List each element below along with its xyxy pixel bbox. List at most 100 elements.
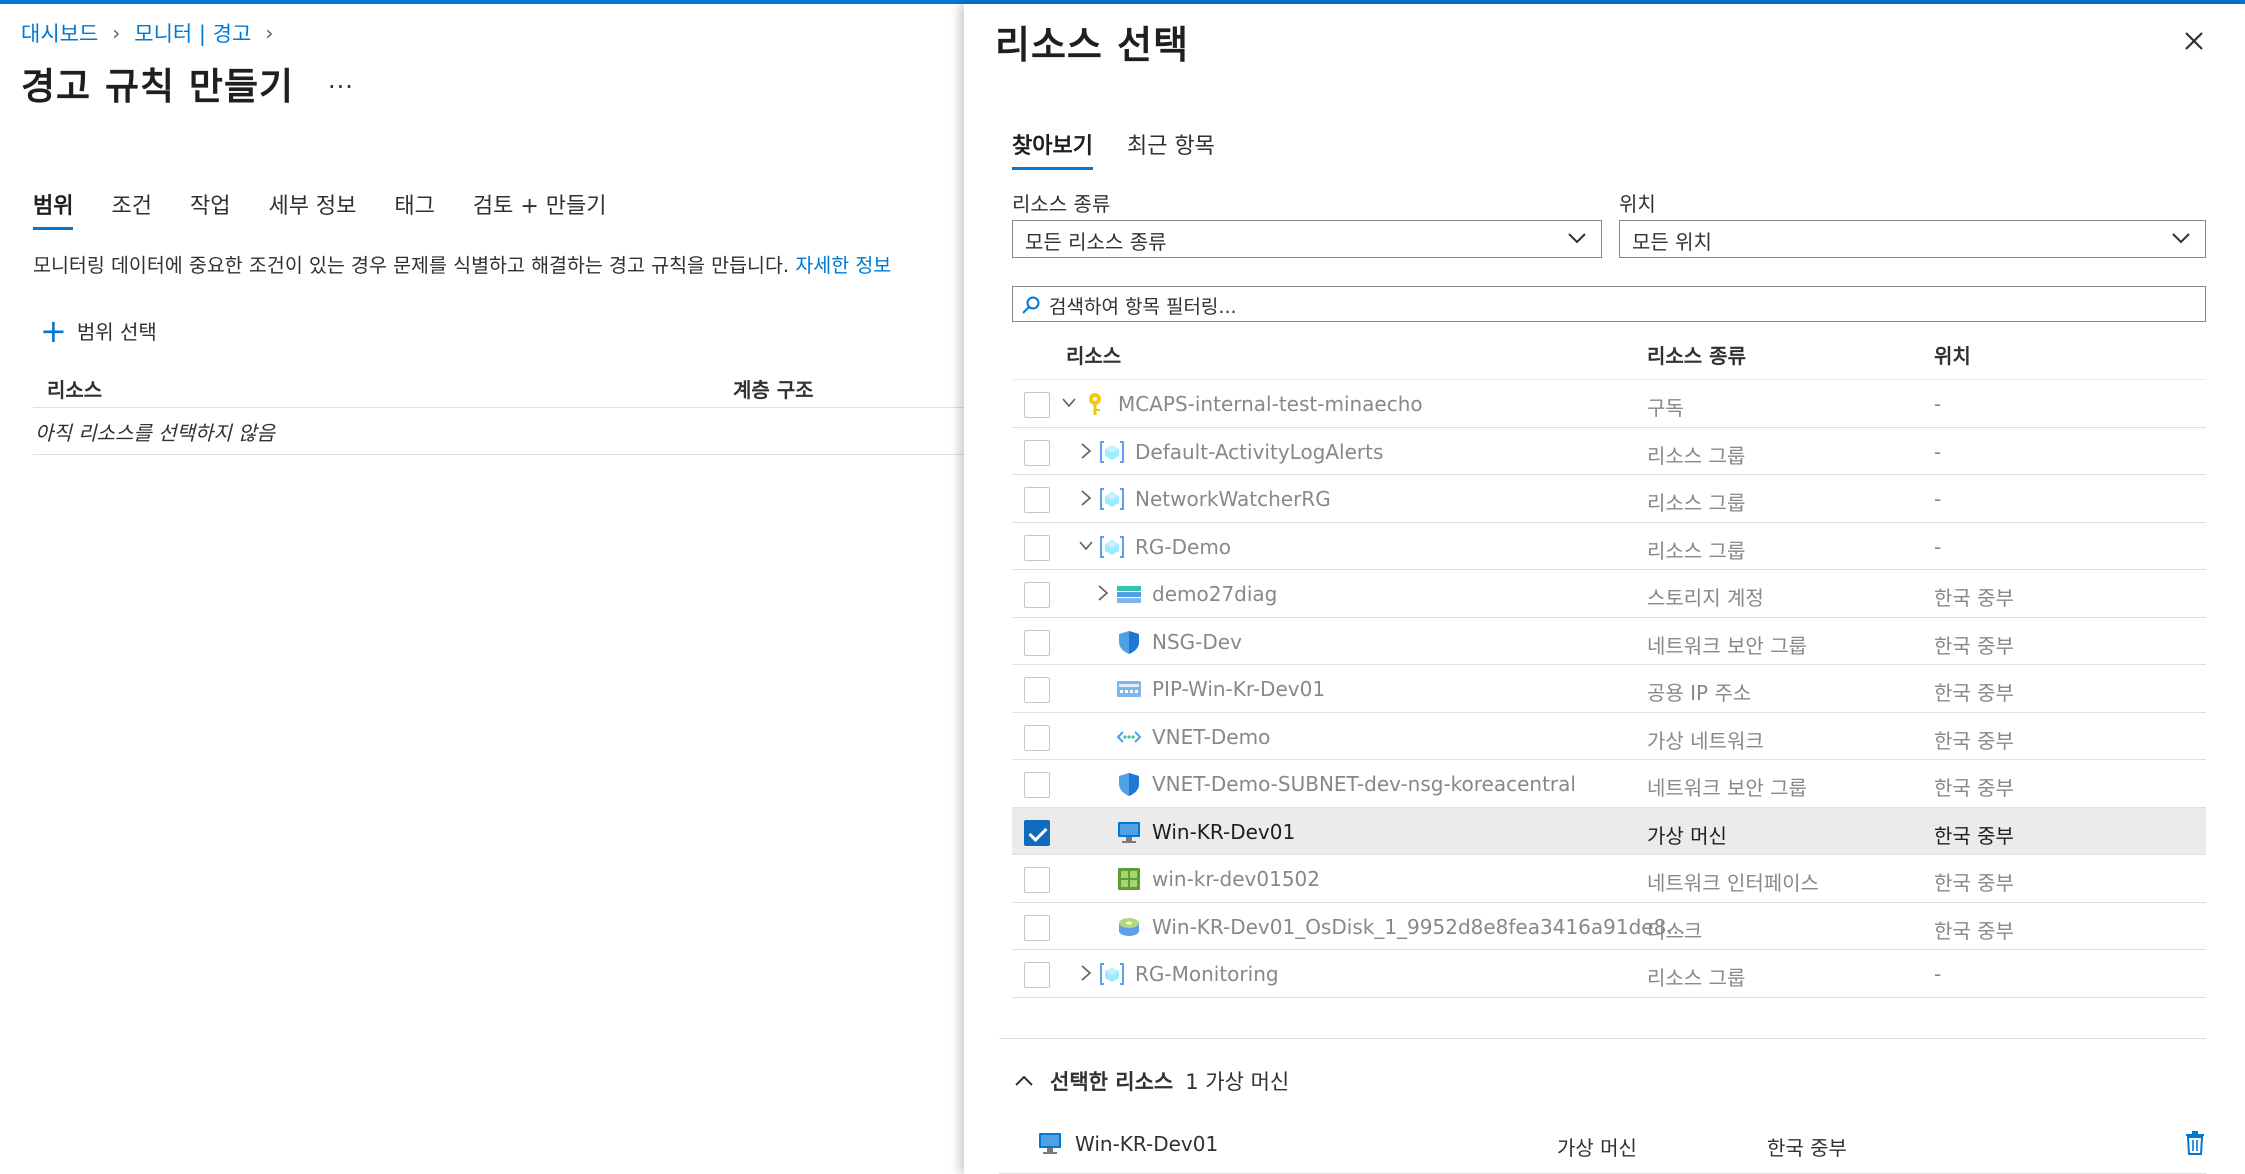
select-resource-blade: 리소스 선택 찾아보기 최근 항목 리소스 종류 모든 리소스 종류 위치 모든… [964,4,2245,1174]
plus-icon: + [40,311,67,350]
resource-row[interactable]: NetworkWatcherRG 리소스 그룹 - [1012,475,2206,523]
resource-name: RG-Demo [1135,534,1232,559]
selected-resources-toggle[interactable]: 선택한 리소스 1 가상 머신 [1014,1066,1289,1096]
resource-name: NetworkWatcherRG [1135,487,1331,511]
select-scope-button[interactable]: + 범위 선택 [40,311,157,350]
resource-row[interactable]: RG-Demo 리소스 그룹 - [1012,523,2206,570]
chevron-down-icon [2172,233,2190,244]
resource-name: MCAPS-internal-test-minaecho [1118,392,1423,416]
breadcrumb: 대시보드 › 모니터 | 경고 › [21,18,287,48]
resource-table: 리소스 리소스 종류 위치 MCAPS-internal-test-minaec… [1012,330,2206,998]
public-ip-icon [1117,681,1141,697]
chevron-right-icon[interactable] [1079,488,1093,508]
page-title: 경고 규칙 만들기 [21,65,295,108]
resource-location: 한국 중부 [1934,871,2014,895]
close-icon[interactable] [2179,26,2209,56]
tab-condition[interactable]: 조건 [111,188,151,230]
vm-icon [1039,1133,1061,1154]
column-header-resource: 리소스 [47,378,103,402]
resource-type-dropdown[interactable]: 모든 리소스 종류 [1012,220,1602,258]
breadcrumb-dashboard-link[interactable]: 대시보드 [21,18,98,48]
row-checkbox[interactable] [1024,677,1050,703]
tab-scope[interactable]: 범위 [33,188,74,230]
resource-group-icon [1100,488,1124,510]
resource-type: 네트워크 보안 그룹 [1647,776,1807,800]
learn-more-link[interactable]: 자세한 정보 [795,254,891,277]
resource-row[interactable]: NSG-Dev 네트워크 보안 그룹 한국 중부 [1012,618,2206,665]
resource-type: 리소스 그룹 [1647,966,1746,990]
nic-icon [1118,868,1140,890]
tab-details[interactable]: 세부 정보 [268,188,356,230]
row-checkbox[interactable] [1024,772,1050,798]
resource-type: 리소스 그룹 [1647,538,1746,563]
row-checkbox[interactable] [1024,914,1050,941]
tab-recent[interactable]: 최근 항목 [1127,128,1215,170]
tab-review-create[interactable]: 검토 + 만들기 [473,188,607,230]
resource-type-filter-label: 리소스 종류 [1012,192,1111,216]
resource-row[interactable]: RG-Monitoring 리소스 그룹 - [1012,950,2206,998]
row-checkbox[interactable] [1024,392,1050,418]
resource-row[interactable]: Default-ActivityLogAlerts 리소스 그룹 - [1012,428,2206,475]
resource-location: 한국 중부 [1934,823,2014,848]
resource-location: 한국 중부 [1934,728,2014,753]
resource-row[interactable]: VNET-Demo 가상 네트워크 한국 중부 [1012,713,2206,760]
column-header-type: 리소스 종류 [1647,344,1746,368]
divider [999,1038,2206,1039]
resource-name: win-kr-dev01502 [1152,867,1321,891]
resource-name: demo27diag [1152,582,1278,606]
resource-name: Win-KR-Dev01_OsDisk_1_9952d8e8fea3416a91… [1152,914,1686,939]
resource-type-dropdown-value: 모든 리소스 종류 [1025,230,1167,254]
tab-tags[interactable]: 태그 [394,188,434,230]
breadcrumb-monitor-alerts-link[interactable]: 모니터 | 경고 [134,18,251,48]
row-checkbox[interactable] [1024,724,1050,751]
wizard-tabs: 범위 조건 작업 세부 정보 태그 검토 + 만들기 [33,188,645,230]
resource-location: - [1934,392,1942,416]
resource-row[interactable]: demo27diag 스토리지 계정 한국 중부 [1012,570,2206,618]
chevron-right-icon: › [265,21,274,45]
resource-name: VNET-Demo [1152,724,1271,749]
resource-row[interactable]: PIP-Win-Kr-Dev01 공용 IP 주소 한국 중부 [1012,665,2206,713]
resource-row[interactable]: win-kr-dev01502 네트워크 인터페이스 한국 중부 [1012,855,2206,903]
resource-location: 한국 중부 [1934,681,2014,705]
chevron-right-icon[interactable] [1079,963,1093,983]
description-text: 모니터링 데이터에 중요한 조건이 있는 경우 문제를 식별하고 해결하는 경고… [33,254,790,277]
selected-resources-title: 선택한 리소스 [1050,1070,1174,1094]
chevron-right-icon[interactable] [1096,583,1110,603]
chevron-down-icon[interactable] [1062,393,1076,413]
row-checkbox[interactable] [1024,962,1050,988]
resource-table-body: MCAPS-internal-test-minaecho 구독 - Default-A… [1012,380,2206,998]
resource-type: 네트워크 보안 그룹 [1647,633,1807,658]
resource-type: 가상 네트워크 [1647,728,1764,753]
create-alert-rule-page: 대시보드 › 모니터 | 경고 › 경고 규칙 만들기 ... 범위 조건 작업… [0,4,964,1174]
scope-table-header: 리소스 계층 구조 [33,368,964,408]
resource-row[interactable]: Win-KR-Dev01_OsDisk_1_9952d8e8fea3416a91… [1012,903,2206,950]
row-checkbox[interactable] [1024,819,1050,846]
resource-type: 공용 IP 주소 [1647,681,1752,705]
shield-icon [1119,773,1139,796]
more-options-button[interactable]: ... [328,66,354,94]
shield-icon [1119,630,1139,654]
row-checkbox[interactable] [1024,867,1050,893]
resource-row[interactable]: VNET-Demo-SUBNET-dev-nsg-koreacentral 네트워… [1012,760,2206,808]
resource-location: - [1934,487,1942,511]
chevron-down-icon[interactable] [1079,536,1093,556]
row-checkbox[interactable] [1024,582,1050,608]
resource-type: 가상 머신 [1647,823,1727,848]
selected-resources-count: 1 가상 머신 [1185,1070,1290,1094]
row-checkbox[interactable] [1024,439,1050,466]
location-dropdown-value: 모든 위치 [1632,230,1712,254]
blade-title: 리소스 선택 [995,23,1190,67]
resource-location: - [1934,439,1942,464]
tab-browse[interactable]: 찾아보기 [1012,128,1093,170]
resource-row[interactable]: MCAPS-internal-test-minaecho 구독 - [1012,380,2206,428]
delete-icon[interactable] [2184,1130,2206,1156]
location-dropdown[interactable]: 모든 위치 [1619,220,2206,258]
chevron-right-icon[interactable] [1079,441,1093,461]
scope-table-empty-message: 아직 리소스를 선택하지 않음 [33,409,964,455]
tab-actions[interactable]: 작업 [190,188,230,230]
row-checkbox[interactable] [1024,487,1050,513]
resource-row[interactable]: Win-KR-Dev01 가상 머신 한국 중부 [1012,807,2206,855]
row-checkbox[interactable] [1024,534,1050,561]
filter-search-input[interactable]: 검색하여 항목 필터링... [1012,286,2206,322]
row-checkbox[interactable] [1024,629,1050,656]
